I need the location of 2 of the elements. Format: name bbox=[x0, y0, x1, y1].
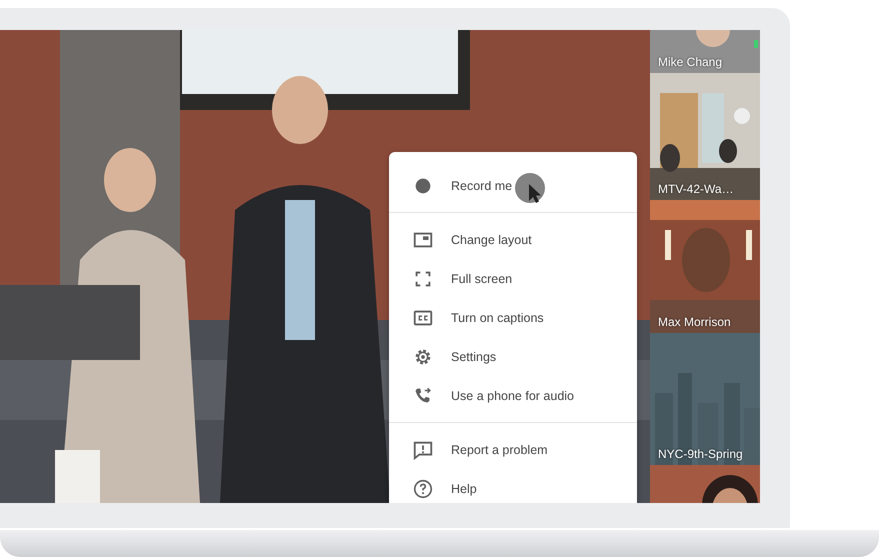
participant-name: MTV-42-Wa… bbox=[658, 182, 734, 196]
participant-name: Max Morrison bbox=[658, 315, 731, 329]
